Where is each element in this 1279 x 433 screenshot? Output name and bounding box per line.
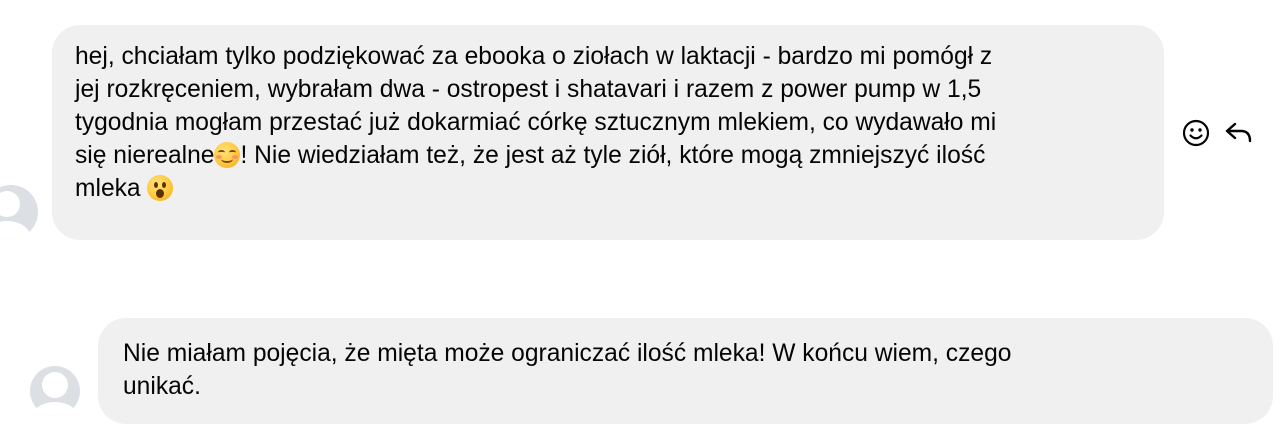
sender-avatar[interactable] <box>0 185 38 239</box>
reply-arrow-icon[interactable] <box>1223 117 1255 149</box>
message-line-with-emoji: się nierealne ! Nie wiedziałam też, że j… <box>75 139 1164 172</box>
avatar-shoulders-shape <box>32 402 78 416</box>
message-text: mleka <box>75 175 148 202</box>
message-line: Nie miałam pojęcia, że mięta może ograni… <box>123 340 1012 367</box>
avatar-head-shape <box>0 191 20 217</box>
smiling-face-emoji-icon <box>214 142 241 168</box>
astonished-face-emoji-icon <box>147 175 174 201</box>
message-line: unikać. <box>123 373 201 400</box>
message-text: się nierealne <box>75 142 215 169</box>
message-bubble[interactable]: hej, chciałam tylko podziękować za ebook… <box>52 25 1164 240</box>
avatar-head-shape <box>42 372 68 398</box>
message-line: jej rozkręceniem, wybrałam dwa - ostrope… <box>75 76 982 103</box>
message-text: ! Nie wiedziałam też, że jest aż tyle zi… <box>240 142 986 169</box>
message-line: hej, chciałam tylko podziękować za ebook… <box>75 43 993 70</box>
message-line-with-emoji: mleka <box>75 172 1164 205</box>
sender-avatar[interactable] <box>30 366 80 416</box>
smiley-icon[interactable] <box>1180 117 1212 149</box>
message-bubble[interactable]: Nie miałam pojęcia, że mięta może ograni… <box>98 318 1273 424</box>
message-line: tygodnia mogłam przestać już dokarmiać c… <box>75 109 997 136</box>
avatar-shoulders-shape <box>0 221 30 239</box>
